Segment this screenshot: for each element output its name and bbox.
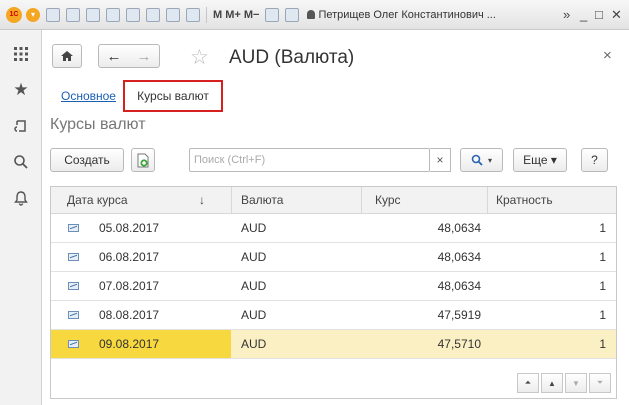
calendar-icon[interactable] — [186, 7, 200, 22]
column-rate[interactable]: Курс — [375, 187, 401, 214]
close-form-button[interactable]: × — [603, 47, 612, 64]
rate-record-icon — [68, 340, 79, 348]
current-user[interactable]: Петрищев Олег Константинович ... — [307, 8, 496, 21]
cell-date: 09.08.2017 — [99, 337, 160, 351]
document-icon[interactable] — [46, 7, 60, 22]
rate-record-icon — [68, 224, 79, 232]
create-button[interactable]: Создать — [50, 148, 124, 172]
add-copy-button[interactable] — [131, 148, 155, 172]
scroll-down-button[interactable]: ▼ — [565, 373, 587, 393]
user-icon — [307, 9, 316, 19]
document-add-icon — [137, 153, 149, 167]
table-row[interactable]: 05.08.2017 AUD 48,0634 1 — [51, 214, 616, 243]
cell-multiplicity: 1 — [599, 308, 606, 322]
cell-date: 08.08.2017 — [99, 308, 160, 322]
currency-rates-table: Дата курса ↓ Валюта Курс Кратность 05.08… — [50, 186, 617, 399]
forward-button[interactable]: → — [137, 48, 152, 65]
cell-date: 06.08.2017 — [99, 250, 160, 264]
cell-date: 07.08.2017 — [99, 279, 160, 293]
mail-icon[interactable] — [146, 7, 160, 22]
section-title: Курсы валют — [50, 116, 146, 133]
close-window-button[interactable]: ✕ — [611, 7, 622, 23]
cell-date: 05.08.2017 — [99, 221, 160, 235]
scroll-bottom-button[interactable]: ⏷ — [589, 373, 611, 393]
column-divider — [231, 187, 232, 214]
sort-desc-icon[interactable]: ↓ — [199, 187, 205, 214]
column-divider — [487, 187, 488, 214]
history-nav-group: ← → — [98, 44, 160, 68]
window-icon[interactable] — [285, 7, 300, 22]
back-button[interactable]: ← — [107, 48, 122, 65]
sidebar: ★ — [0, 30, 42, 405]
cell-rate: 47,5919 — [437, 308, 481, 322]
rate-record-icon — [68, 282, 79, 290]
tab-main[interactable]: Основное — [61, 89, 116, 103]
cell-currency: AUD — [241, 308, 267, 322]
cell-multiplicity: 1 — [599, 221, 606, 235]
rate-record-icon — [68, 311, 79, 319]
table-row[interactable]: 07.08.2017 AUD 48,0634 1 — [51, 272, 616, 301]
cell-rate: 48,0634 — [437, 279, 481, 293]
memory-buttons[interactable]: M M+ M− — [213, 9, 259, 21]
scroll-top-button[interactable]: ⏶ — [517, 373, 539, 393]
cell-multiplicity: 1 — [599, 337, 606, 351]
print-icon[interactable] — [86, 7, 100, 22]
star-icon[interactable]: ☆ — [190, 45, 209, 70]
column-multiplicity[interactable]: Кратность — [496, 187, 553, 214]
table-row[interactable]: 08.08.2017 AUD 47,5919 1 — [51, 301, 616, 330]
table-row[interactable]: 09.08.2017 AUD 47,5710 1 — [51, 330, 616, 359]
restore-button[interactable]: □ — [595, 7, 603, 22]
link-icon[interactable] — [126, 7, 140, 22]
toolbar-separator — [206, 6, 207, 23]
rate-record-icon — [68, 253, 79, 261]
user-name: Петрищев Олег Константинович ... — [318, 8, 496, 21]
scroll-up-button[interactable]: ▲ — [541, 373, 563, 393]
column-divider — [361, 187, 362, 214]
preview-icon[interactable] — [106, 7, 120, 22]
more-icon[interactable]: » — [563, 7, 570, 22]
search-icon — [471, 154, 483, 166]
help-button[interactable]: ? — [581, 148, 608, 172]
history-icon[interactable] — [9, 114, 33, 138]
tab-currency-rates[interactable]: Курсы валют — [123, 80, 223, 112]
form-title: AUD (Валюта) — [229, 47, 355, 68]
main-menu-icon[interactable]: ▾ — [26, 7, 40, 22]
table-row[interactable]: 06.08.2017 AUD 48,0634 1 — [51, 243, 616, 272]
search-clear-button[interactable]: × — [430, 148, 451, 172]
column-date[interactable]: Дата курса — [67, 187, 128, 214]
app-logo-icon[interactable]: 1С — [6, 6, 22, 23]
table-icon[interactable] — [166, 7, 180, 22]
cell-currency: AUD — [241, 221, 267, 235]
chevron-down-icon: ▾ — [487, 155, 492, 165]
search-icon[interactable] — [9, 150, 33, 174]
minimize-button[interactable]: _ — [580, 7, 587, 22]
save-icon[interactable] — [66, 7, 80, 22]
home-icon — [61, 51, 73, 61]
table-scroll-controls: ⏶ ▲ ▼ ⏷ — [517, 373, 613, 393]
table-header: Дата курса ↓ Валюта Курс Кратность — [51, 187, 616, 214]
favorites-icon[interactable]: ★ — [9, 78, 33, 102]
cell-rate: 47,5710 — [437, 337, 481, 351]
cell-multiplicity: 1 — [599, 279, 606, 293]
home-button[interactable] — [52, 44, 82, 68]
cell-multiplicity: 1 — [599, 250, 606, 264]
zoom-icon[interactable] — [265, 7, 280, 22]
more-button[interactable]: Еще ▾ — [513, 148, 567, 172]
menu-grid-icon[interactable] — [9, 42, 33, 66]
search-input[interactable]: Поиск (Ctrl+F) — [189, 148, 430, 172]
cell-currency: AUD — [241, 279, 267, 293]
search-options-button[interactable]: ▾ — [460, 148, 503, 172]
notifications-icon[interactable] — [9, 186, 33, 210]
cell-currency: AUD — [241, 250, 267, 264]
cell-currency: AUD — [241, 337, 267, 351]
column-currency[interactable]: Валюта — [241, 187, 283, 214]
title-bar: 1С ▾ M M+ M− Петрищев Олег Константинови… — [0, 0, 629, 30]
currency-form: ← → ☆ AUD (Валюта) × Основное Курсы валю… — [43, 30, 625, 400]
cell-rate: 48,0634 — [437, 250, 481, 264]
cell-rate: 48,0634 — [437, 221, 481, 235]
